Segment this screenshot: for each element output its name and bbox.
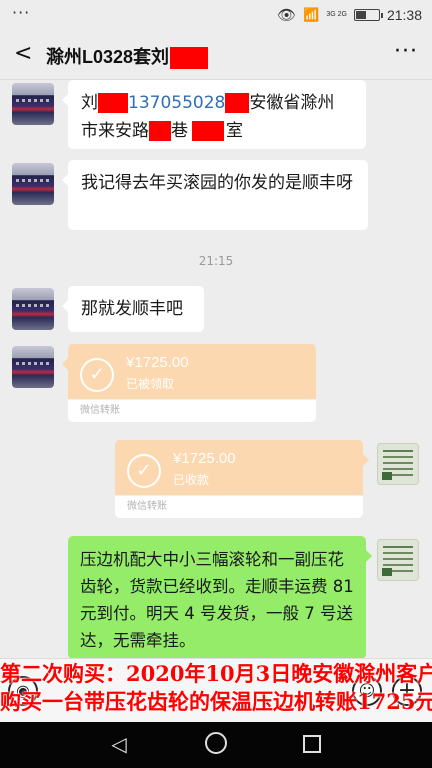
battery-fill <box>355 11 366 19</box>
chat-title-text: 滁州L0328套刘 <box>46 47 170 67</box>
transfer-status: 已收款 <box>173 473 210 487</box>
message-bubble-address[interactable]: 刘 137055028 安徽省滁州 市来安路 巷 室 <box>62 80 366 149</box>
clock: 21:38 <box>386 7 422 23</box>
message-bubble-text[interactable]: 那就发顺丰吧 <box>62 286 204 332</box>
message-text: 那就发顺丰吧 <box>81 299 183 319</box>
redaction-block <box>149 121 171 141</box>
nav-recents-icon[interactable] <box>303 735 321 753</box>
redaction-block <box>225 93 250 113</box>
my-avatar[interactable] <box>377 443 419 485</box>
transfer-footer: 微信转账 <box>68 399 316 422</box>
caption-line-2: 购买一台带压花齿轮的保温压边机转账1725元 <box>0 689 432 714</box>
system-nav-bar: ◁ <box>0 722 432 768</box>
contact-avatar[interactable] <box>12 346 54 388</box>
back-arrow-icon[interactable]: < <box>14 41 36 67</box>
my-avatar[interactable] <box>377 539 419 581</box>
contact-avatar[interactable] <box>12 83 54 125</box>
redaction-block <box>170 47 209 70</box>
caption-line-1: 第二次购买：2020年10月3日晚安徽滁州客户 <box>0 661 432 686</box>
transfer-amount: ¥1725.00 <box>126 354 189 371</box>
address-province: 安徽省滁州 <box>249 93 335 113</box>
redaction-block <box>192 121 224 141</box>
message-bubble-sent[interactable]: 压边机配大中小三幅滚轮和一副压花齿轮，货款已经收到。走顺丰运费 81 元到付。明… <box>68 536 372 659</box>
checkmark-icon: ✓ <box>127 454 161 488</box>
battery-icon <box>353 9 383 21</box>
network-type-label: 3G 2G <box>326 11 347 18</box>
wechat-transfer-card[interactable]: ✓ ¥1725.00 已收款 微信转账 <box>115 440 369 518</box>
address-room: 室 <box>226 121 243 141</box>
transfer-status: 已被领取 <box>126 377 175 391</box>
message-bubble-text[interactable]: 我记得去年买滚园的你发的是顺丰呀 <box>62 160 368 230</box>
contact-avatar[interactable] <box>12 163 54 205</box>
wechat-transfer-card[interactable]: ✓ ¥1725.00 已被领取 微信转账 <box>62 344 316 422</box>
chat-header: < 滁州L0328套刘 ··· <box>0 30 432 80</box>
chat-title: 滁州L0328套刘 <box>46 43 209 70</box>
wifi-icon: 📶 <box>303 7 320 22</box>
status-icons: 👁 📶 3G 2G 21:38 <box>277 6 422 24</box>
notification-dots: ··· <box>12 3 31 22</box>
message-text: 压边机配大中小三幅滚轮和一副压花齿轮，货款已经收到。走顺丰运费 81 元到付。明… <box>80 550 354 650</box>
checkmark-icon: ✓ <box>80 358 114 392</box>
address-street: 市来安路 <box>81 121 149 141</box>
address-name: 刘 <box>81 93 98 113</box>
phone-link[interactable]: 137055028 <box>128 93 225 113</box>
time-separator: 21:15 <box>198 254 234 268</box>
transfer-footer: 微信转账 <box>115 495 363 518</box>
overlay-caption: 第二次购买：2020年10月3日晚安徽滁州客户 购买一台带压花齿轮的保温压边机转… <box>0 660 432 716</box>
eye-comfort-icon: 👁 <box>277 7 297 24</box>
more-options-icon[interactable]: ··· <box>394 39 418 64</box>
nav-home-icon[interactable] <box>205 732 227 754</box>
nav-back-icon[interactable]: ◁ <box>107 732 131 756</box>
status-bar: ··· 👁 📶 3G 2G 21:38 <box>0 0 432 30</box>
redaction-block <box>98 93 128 113</box>
message-text: 我记得去年买滚园的你发的是顺丰呀 <box>81 173 353 193</box>
address-lane: 巷 <box>171 121 188 141</box>
transfer-amount: ¥1725.00 <box>173 450 236 467</box>
contact-avatar[interactable] <box>12 288 54 330</box>
